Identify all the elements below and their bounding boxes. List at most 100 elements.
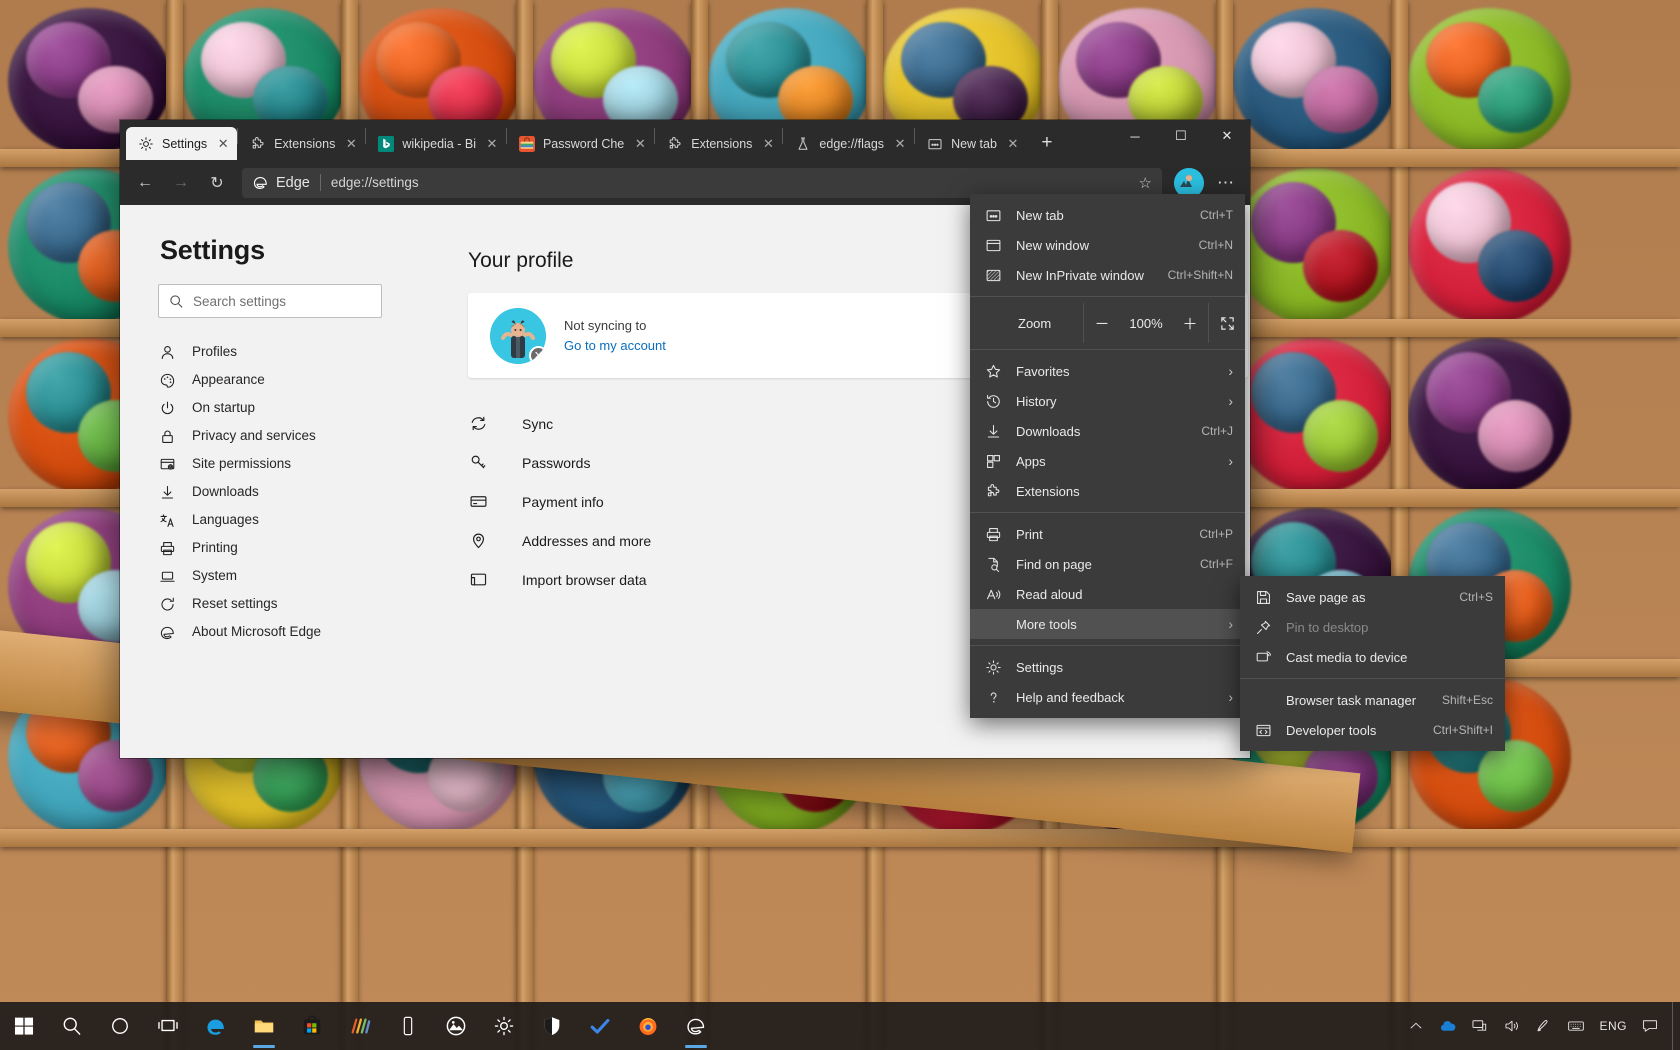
tray-touch-keyboard-icon[interactable] (1560, 1002, 1592, 1050)
inprivate-icon (984, 266, 1002, 284)
tray-show-hidden-icons[interactable] (1400, 1002, 1432, 1050)
new-tab-button[interactable]: + (1033, 129, 1061, 157)
menu-group-settings: SettingsHelp and feedback› (970, 652, 1245, 712)
taskbar-task-view-button[interactable] (144, 1002, 192, 1050)
browser-tab[interactable]: Extensions✕ (238, 127, 365, 160)
menu-item-new-inprivate-window[interactable]: New InPrivate windowCtrl+Shift+N (970, 260, 1245, 290)
menu-item-more-tools[interactable]: More tools› (970, 609, 1245, 639)
search-input[interactable] (193, 294, 371, 309)
search-settings-box[interactable] (158, 284, 382, 318)
chevron-right-icon: › (1228, 689, 1233, 705)
menu-item-find-on-page[interactable]: Find on pageCtrl+F (970, 549, 1245, 579)
tray-onedrive-icon[interactable] (1432, 1002, 1464, 1050)
sidebar-item-privacy-and-services[interactable]: Privacy and services (140, 422, 420, 450)
taskbar-settings-app[interactable] (480, 1002, 528, 1050)
edge-blue-icon (205, 1015, 227, 1037)
taskbar-microsoft-store[interactable] (288, 1002, 336, 1050)
sidebar-item-site-permissions[interactable]: Site permissions (140, 450, 420, 478)
menu-item-settings[interactable]: Settings (970, 652, 1245, 682)
menu-item-new-tab[interactable]: New tabCtrl+T (970, 200, 1245, 230)
minimize-button[interactable]: ─ (1112, 120, 1158, 152)
sidebar-item-languages[interactable]: Languages (140, 506, 420, 534)
palette-icon (158, 371, 176, 389)
maximize-button[interactable]: ☐ (1158, 120, 1204, 152)
browser-titlebar: Settings✕Extensions✕wikipedia - Bi✕Passw… (120, 120, 1250, 160)
sidebar-item-downloads[interactable]: Downloads (140, 478, 420, 506)
back-button[interactable]: ← (128, 166, 162, 200)
sidebar-item-about-microsoft-edge[interactable]: About Microsoft Edge (140, 618, 420, 646)
tab-close-button[interactable]: ✕ (760, 136, 776, 152)
taskbar-cortana-button[interactable] (96, 1002, 144, 1050)
menu-item-read-aloud[interactable]: Read aloud (970, 579, 1245, 609)
taskbar-search-button[interactable] (48, 1002, 96, 1050)
taskbar-todo-app[interactable] (576, 1002, 624, 1050)
browser-tab[interactable]: New tab✕ (915, 127, 1027, 160)
tab-close-button[interactable]: ✕ (343, 136, 359, 152)
profile-avatar-button[interactable] (1174, 168, 1204, 198)
browser-tab[interactable]: edge://flags✕ (783, 127, 914, 160)
taskbar-your-phone[interactable] (384, 1002, 432, 1050)
network-icon (1471, 1017, 1489, 1035)
menu-item-save-page-as[interactable]: Save page asCtrl+S (1240, 582, 1505, 612)
menu-item-downloads[interactable]: DownloadsCtrl+J (970, 416, 1245, 446)
menu-item-extensions[interactable]: Extensions (970, 476, 1245, 506)
sync-icon (468, 414, 488, 434)
menu-item-apps[interactable]: Apps› (970, 446, 1245, 476)
running-indicator (685, 1045, 707, 1048)
site-permissions-icon (158, 455, 176, 473)
tray-volume-icon[interactable] (1496, 1002, 1528, 1050)
taskbar-security-app[interactable] (528, 1002, 576, 1050)
sidebar-item-printing[interactable]: Printing (140, 534, 420, 562)
no-icon (1254, 691, 1272, 709)
close-window-button[interactable]: ✕ (1204, 120, 1250, 152)
taskbar-start-button[interactable] (0, 1002, 48, 1050)
url-text[interactable]: edge://settings (331, 175, 419, 190)
star-icon[interactable]: ☆ (1139, 174, 1152, 192)
menu-item-browser-task-manager[interactable]: Browser task managerShift+Esc (1240, 685, 1505, 715)
sidebar-item-on-startup[interactable]: On startup (140, 394, 420, 422)
menu-item-new-window[interactable]: New windowCtrl+N (970, 230, 1245, 260)
person-icon (158, 343, 176, 361)
show-desktop-button[interactable] (1672, 1002, 1680, 1050)
tab-close-button[interactable]: ✕ (892, 136, 908, 152)
tab-close-button[interactable]: ✕ (632, 136, 648, 152)
sidebar-item-profiles[interactable]: Profiles (140, 338, 420, 366)
menu-item-history[interactable]: History› (970, 386, 1245, 416)
taskbar-firefox-app[interactable] (624, 1002, 672, 1050)
tab-close-button[interactable]: ✕ (484, 136, 500, 152)
taskbar-file-explorer[interactable] (240, 1002, 288, 1050)
sidebar-item-appearance[interactable]: Appearance (140, 366, 420, 394)
tray-action-center-icon[interactable] (1634, 1002, 1666, 1050)
menu-item-help-and-feedback[interactable]: Help and feedback› (970, 682, 1245, 712)
fullscreen-icon[interactable] (1209, 303, 1245, 343)
more-tools-submenu: Save page asCtrl+SPin to desktopCast med… (1240, 576, 1505, 751)
tab-close-button[interactable]: ✕ (1005, 136, 1021, 152)
browser-tab[interactable]: wikipedia - Bi✕ (366, 127, 506, 160)
taskbar-edge-chromium[interactable] (672, 1002, 720, 1050)
chevron-right-icon: › (1228, 393, 1233, 409)
taskbar-yarn-app[interactable] (336, 1002, 384, 1050)
taskbar-photos-app[interactable] (432, 1002, 480, 1050)
gear-icon (984, 658, 1002, 676)
tray-pen-icon[interactable] (1528, 1002, 1560, 1050)
forward-button[interactable]: → (164, 166, 198, 200)
browser-tab[interactable]: Password Che✕ (507, 127, 654, 160)
browser-tab[interactable]: Extensions✕ (655, 127, 782, 160)
menu-item-label: New InPrivate window (1016, 268, 1154, 283)
refresh-button[interactable]: ↻ (200, 166, 234, 200)
tray-network-icon[interactable] (1464, 1002, 1496, 1050)
menu-item-developer-tools[interactable]: Developer toolsCtrl+Shift+I (1240, 715, 1505, 745)
zoom-out-button[interactable]: ─ (1084, 303, 1120, 343)
taskbar-edge-legacy[interactable] (192, 1002, 240, 1050)
tray-language-indicator[interactable]: ENG (1592, 1002, 1634, 1050)
address-bar[interactable]: Edge edge://settings ☆ (242, 168, 1162, 198)
sidebar-item-reset-settings[interactable]: Reset settings (140, 590, 420, 618)
go-to-my-account-link[interactable]: Go to my account (564, 338, 666, 353)
zoom-in-button[interactable]: ＋ (1172, 303, 1208, 343)
browser-tab[interactable]: Settings✕ (126, 127, 237, 160)
menu-item-print[interactable]: PrintCtrl+P (970, 519, 1245, 549)
menu-item-favorites[interactable]: Favorites› (970, 356, 1245, 386)
sidebar-item-system[interactable]: System (140, 562, 420, 590)
tab-close-button[interactable]: ✕ (215, 136, 231, 152)
menu-item-cast-media-to-device[interactable]: Cast media to device (1240, 642, 1505, 672)
